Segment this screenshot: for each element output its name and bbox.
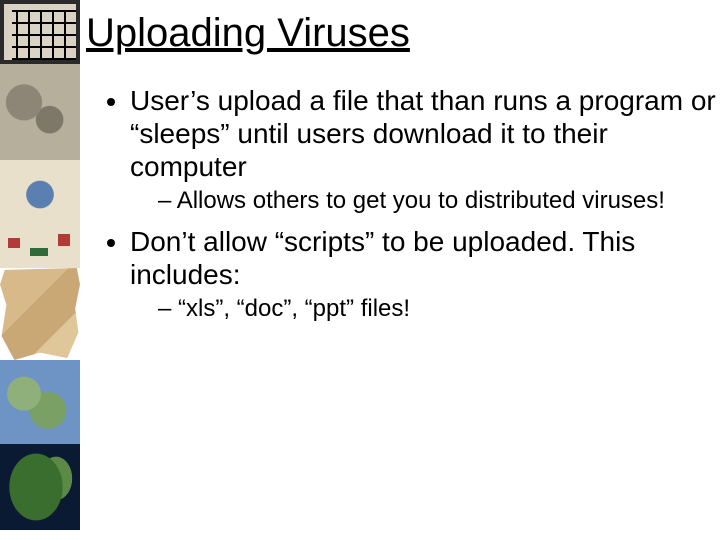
bullet-text: Don’t allow “scripts” to be uploaded. Th… xyxy=(130,226,635,290)
bullet-item: User’s upload a file that than runs a pr… xyxy=(130,84,720,215)
sub-bullet-list: “xls”, “doc”, “ppt” files! xyxy=(130,295,720,323)
bullet-list: User’s upload a file that than runs a pr… xyxy=(86,84,720,324)
bullet-text: User’s upload a file that than runs a pr… xyxy=(130,85,716,182)
thumb-parchment-map-wrap xyxy=(0,268,80,360)
slide: Uploading Viruses User’s upload a file t… xyxy=(0,0,720,540)
sub-bullet-item: “xls”, “doc”, “ppt” files! xyxy=(158,295,720,323)
bullet-item: Don’t allow “scripts” to be uploaded. Th… xyxy=(130,225,720,323)
sub-bullet-text: “xls”, “doc”, “ppt” files! xyxy=(178,295,410,322)
thumb-relief-map xyxy=(0,360,80,444)
sub-bullet-list: Allows others to get you to distributed … xyxy=(130,187,720,215)
thumb-labyrinth xyxy=(0,0,80,64)
sub-bullet-item: Allows others to get you to distributed … xyxy=(158,187,720,215)
slide-content: Uploading Viruses User’s upload a file t… xyxy=(86,10,720,334)
thumb-parchment-map xyxy=(0,268,80,360)
slide-title: Uploading Viruses xyxy=(86,10,720,56)
thumb-satellite-earth xyxy=(0,444,80,530)
thumb-cuneiform-tablet xyxy=(0,64,80,160)
sub-bullet-text: Allows others to get you to distributed … xyxy=(177,187,665,214)
sidebar-thumbnails xyxy=(0,0,80,540)
thumb-antique-map xyxy=(0,160,80,268)
